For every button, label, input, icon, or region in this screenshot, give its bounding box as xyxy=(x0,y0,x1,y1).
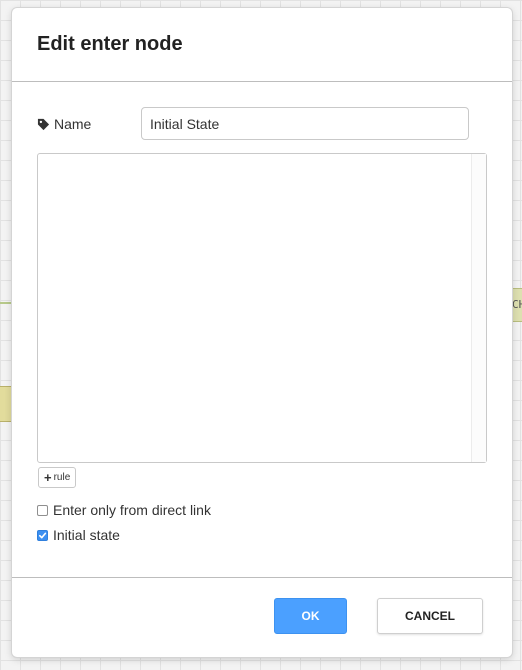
enter-direct-link-label: Enter only from direct link xyxy=(53,502,211,518)
initial-state-label: Initial state xyxy=(53,527,120,543)
cancel-button[interactable]: CANCEL xyxy=(377,598,483,634)
plus-icon: + xyxy=(44,470,52,485)
initial-state-checkbox[interactable] xyxy=(37,529,48,541)
initial-state-option[interactable]: Initial state xyxy=(37,527,120,543)
rule-list-scrollbar[interactable] xyxy=(471,154,486,462)
enter-direct-link-checkbox[interactable] xyxy=(37,504,48,516)
ok-button[interactable]: OK xyxy=(274,598,347,634)
edit-node-dialog: Edit enter node Name + rule Enter only f… xyxy=(12,8,512,657)
rule-list[interactable] xyxy=(37,153,487,463)
dialog-title: Edit enter node xyxy=(37,33,183,55)
name-label: Name xyxy=(37,116,91,132)
name-label-text: Name xyxy=(54,116,92,132)
background-node xyxy=(0,386,12,422)
tag-icon xyxy=(37,118,50,130)
add-rule-label: rule xyxy=(53,472,71,483)
footer-divider xyxy=(12,577,512,578)
name-input[interactable] xyxy=(141,107,469,140)
add-rule-button[interactable]: + rule xyxy=(38,467,77,488)
flow-wire xyxy=(0,302,12,304)
enter-direct-link-option[interactable]: Enter only from direct link xyxy=(37,502,211,518)
header-divider xyxy=(12,81,512,82)
checkmark-icon xyxy=(38,532,47,538)
